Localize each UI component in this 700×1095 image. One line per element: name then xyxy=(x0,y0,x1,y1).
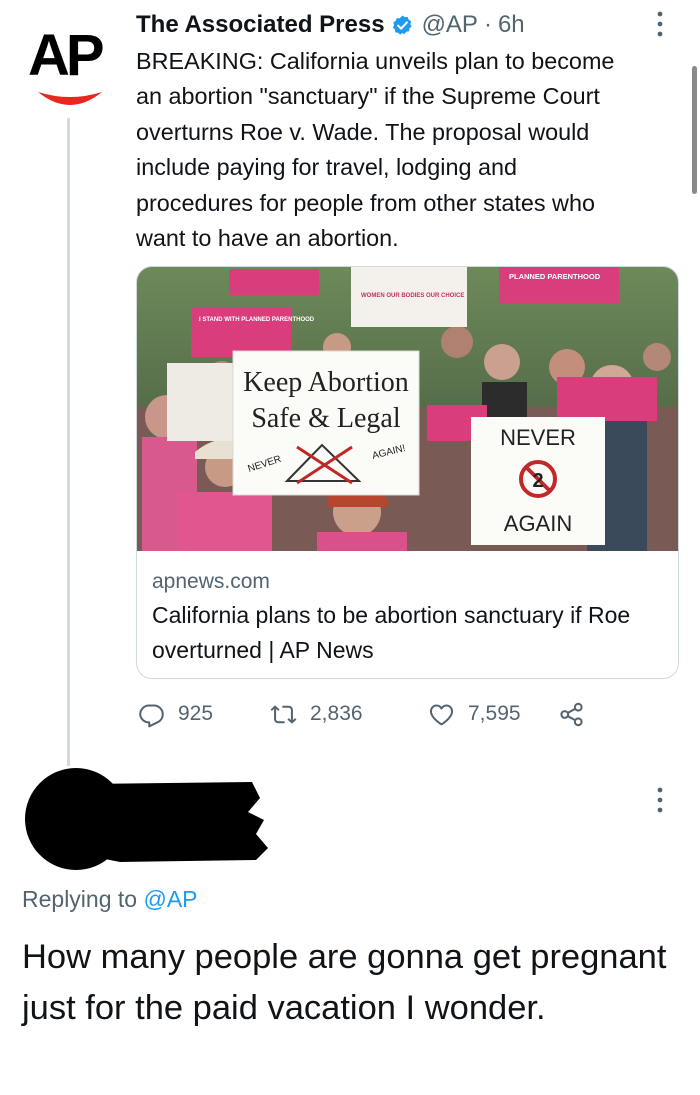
more-icon[interactable] xyxy=(652,10,668,38)
sign-pink-1-text: PLANNED PARENTHOOD xyxy=(509,272,601,281)
sign-main-line1: Keep Abortion xyxy=(243,367,409,398)
share-button[interactable] xyxy=(558,701,598,728)
card-domain: apnews.com xyxy=(152,570,270,593)
card-title: California plans to be abortion sanctuar… xyxy=(152,602,631,663)
ap-smile-icon xyxy=(38,92,102,105)
verified-badge-icon xyxy=(392,14,412,35)
reply-icon xyxy=(139,703,164,727)
redacted-avatar xyxy=(25,768,268,870)
sign-main-line2: Safe & Legal xyxy=(251,403,400,434)
reply-more-icon[interactable] xyxy=(652,786,668,814)
like-button[interactable]: 7,595 xyxy=(428,701,558,728)
scrollbar[interactable] xyxy=(692,66,697,194)
retweet-button[interactable]: 2,836 xyxy=(270,701,428,728)
card-image: I STAND WITH PLANNED PARENTHOOD PLANNED … xyxy=(137,267,678,551)
share-icon xyxy=(560,702,583,726)
tweet-header: The Associated Press @AP · 6h xyxy=(136,8,525,42)
retweet-count: 2,836 xyxy=(310,702,363,725)
like-icon xyxy=(429,703,454,725)
sign-right-top: NEVER xyxy=(500,425,576,450)
tweet-actions: 925 2,836 7,595 xyxy=(138,698,598,730)
author-name[interactable]: The Associated Press xyxy=(136,11,385,39)
sign-right-number: 2 xyxy=(532,470,543,492)
ap-logo-text: AP xyxy=(28,23,105,88)
author-handle[interactable]: @AP xyxy=(422,11,478,39)
like-count: 7,595 xyxy=(468,702,521,725)
replying-to: Replying to @AP xyxy=(22,886,198,913)
replying-mention[interactable]: @AP xyxy=(143,886,197,912)
link-card[interactable]: I STAND WITH PLANNED PARENTHOOD PLANNED … xyxy=(136,266,679,679)
reply-button[interactable]: 925 xyxy=(138,701,270,728)
tweet-text: BREAKING: California unveils plan to bec… xyxy=(136,48,615,252)
sign-white-top-text: WOMEN OUR BODIES OUR CHOICE xyxy=(361,293,464,299)
reply-count: 925 xyxy=(178,702,214,725)
sign-right-bottom: AGAIN xyxy=(504,511,572,536)
replying-prefix: Replying to xyxy=(22,886,138,912)
separator-dot: · xyxy=(483,11,492,38)
retweet-icon xyxy=(270,704,297,724)
reply-text: How many people are gonna get pregnant j… xyxy=(22,938,667,1027)
sign-pink-2-text: I STAND WITH PLANNED PARENTHOOD xyxy=(199,317,315,323)
thread-line xyxy=(67,118,70,766)
tweet-time[interactable]: 6h xyxy=(498,11,525,39)
ap-avatar[interactable]: AP xyxy=(24,26,116,116)
